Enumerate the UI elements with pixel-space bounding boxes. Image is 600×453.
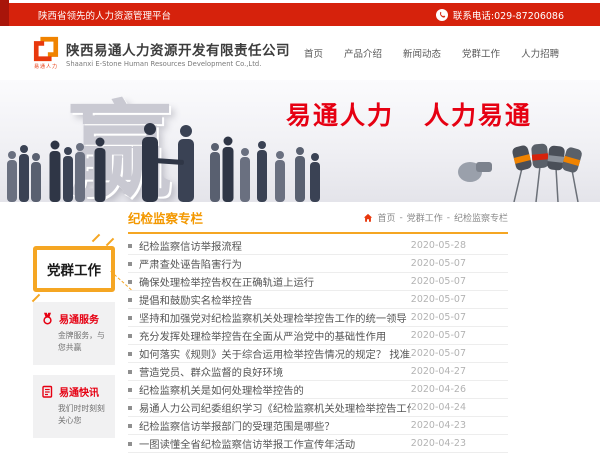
news-list-item: 一图读懂全省纪检监察信访举报工作宣传年活动 2020-04-23 (128, 435, 508, 453)
news-item-date: 2020-05-28 (410, 240, 466, 251)
topbar-phone: 联系电话:029-87206086 (452, 10, 564, 22)
news-item-date: 2020-04-23 (410, 438, 466, 449)
decorative-slash (91, 233, 101, 243)
news-item-title[interactable]: 确保处理检举控告权在正确轨道上运行 (139, 274, 411, 289)
news-item-date: 2020-05-07 (410, 330, 466, 341)
sidebar-card-express[interactable]: 易通快讯 我们时时刻刻关心您 (33, 374, 115, 438)
breadcrumb-current: 纪检监察专栏 (453, 214, 508, 224)
news-item-title[interactable]: 一图读懂全省纪检监察信访举报工作宣传年活动 (139, 436, 411, 451)
breadcrumb-party-work[interactable]: 党群工作 (407, 211, 443, 224)
news-item-title[interactable]: 坚持和加强党对纪检监察机关处理检举控告工作的统一领导 (139, 310, 411, 325)
news-item-title[interactable]: 纪检监察信访举报流程 (139, 238, 411, 253)
topbar-tagline: 陕西省领先的人力资源管理平台 (38, 10, 172, 22)
news-item-date: 2020-04-26 (410, 384, 466, 395)
bullet-icon (128, 279, 132, 284)
news-item-date: 2020-04-24 (410, 402, 466, 413)
breadcrumb: 首页 - 党群工作 - 纪检监察专栏 (363, 211, 508, 224)
site-header: 易通人力 陕西易通人力资源开发有限责任公司 Shaanxi E-Stone Hu… (0, 26, 600, 80)
main-content: 纪检监察专栏 首页 - 党群工作 - 纪检监察专栏 纪检监察信访举报流程 202… (0, 208, 600, 453)
bullet-icon (128, 423, 132, 428)
decorative-slash (31, 293, 41, 303)
news-item-title[interactable]: 易通人力公司纪委组织学习《纪检监察机关处理检举控告工作规则》 (139, 400, 411, 415)
news-list-item: 提倡和鼓励实名检举控告 2020-05-07 (128, 291, 508, 309)
news-list-item: 营造党员、群众监督的良好环境 2020-04-27 (128, 363, 508, 381)
news-list-item: 纪检监察信访举报部门的受理范围是哪些？ 2020-04-23 (128, 417, 508, 435)
topbar-contact: 联系电话:029-87206086 (435, 8, 564, 22)
bullet-icon (128, 351, 132, 356)
bullet-icon (128, 387, 132, 392)
news-list-item: 易通人力公司纪委组织学习《纪检监察机关处理检举控告工作规则》 2020-04-2… (128, 399, 508, 417)
bullet-icon (128, 369, 132, 374)
bullet-icon (128, 261, 132, 266)
company-name-block: 陕西易通人力资源开发有限责任公司 Shaanxi E-Stone Human R… (66, 39, 290, 68)
news-item-date: 2020-05-07 (410, 294, 466, 305)
card-title: 易通快讯 (59, 387, 99, 399)
home-icon[interactable] (363, 213, 373, 223)
sidebar-category-title: 党群工作 (31, 233, 132, 303)
news-item-date: 2020-05-07 (410, 258, 466, 269)
news-item-date: 2020-05-07 (410, 348, 466, 359)
banner-slogan-right: 人力易通 (424, 101, 533, 130)
news-item-title[interactable]: 营造党员、群众监督的良好环境 (139, 364, 411, 379)
news-list-item: 纪检监察信访举报流程 2020-05-28 (128, 237, 508, 255)
medal-icon (43, 312, 52, 325)
banner-people-illustration (7, 123, 320, 202)
news-item-title[interactable]: 严肃查处诬告陷害行为 (139, 256, 411, 271)
bullet-icon (128, 333, 132, 338)
news-list-item: 如何落实《规则》关于综合运用检举控告情况的规定？ 找准工作结合点 推动... 2… (128, 345, 508, 363)
banner-mics-illustration (458, 143, 582, 202)
news-item-title[interactable]: 纪检监察信访举报部门的受理范围是哪些？ (139, 418, 411, 433)
card-header: 易通快讯 (41, 384, 109, 399)
news-item-title[interactable]: 纪检监察机关是如何处理检举控告的 (139, 382, 411, 397)
news-list: 纪检监察信访举报流程 2020-05-28 严肃查处诬告陷害行为 2020-05… (128, 237, 508, 453)
nav-item[interactable]: 新闻动态 (403, 46, 441, 60)
logo-mark-icon (33, 36, 59, 62)
news-list-item: 坚持和加强党对纪检监察机关处理检举控告工作的统一领导 2020-05-07 (128, 309, 508, 327)
card-description: 金牌服务，与您共赢 (58, 331, 105, 353)
bullet-icon (128, 405, 132, 410)
news-item-date: 2020-04-27 (410, 366, 466, 377)
news-item-title[interactable]: 如何落实《规则》关于综合运用检举控告情况的规定？ 找准工作结合点 推动... (139, 346, 411, 361)
banner-slogan: 易通人力 人力易通 (286, 96, 532, 132)
news-list-item: 充分发挥处理检举控告在全面从严治党中的基础性作用 2020-05-07 (128, 327, 508, 345)
section-header: 纪检监察专栏 首页 - 党群工作 - 纪检监察专栏 (128, 208, 508, 234)
card-header: 易通服务 (41, 311, 109, 326)
news-list-item: 严肃查处诬告陷害行为 2020-05-07 (128, 255, 508, 273)
breadcrumb-separator: - (399, 212, 403, 223)
nav-item[interactable]: 首页 (304, 46, 323, 60)
news-list-item: 确保处理检举控告权在正确轨道上运行 2020-05-07 (128, 273, 508, 291)
news-item-date: 2020-05-07 (410, 276, 466, 287)
company-name-cn: 陕西易通人力资源开发有限责任公司 (66, 42, 290, 59)
news-item-title[interactable]: 提倡和鼓励实名检举控告 (139, 292, 411, 307)
news-icon (42, 385, 53, 398)
nav-item[interactable]: 产品介绍 (344, 46, 382, 60)
card-description: 我们时时刻刻关心您 (58, 403, 105, 426)
banner-slogan-left: 易通人力 (286, 101, 395, 130)
topbar: 陕西省领先的人力资源管理平台 联系电话:029-87206086 (0, 0, 600, 26)
news-item-date: 2020-04-23 (410, 420, 466, 431)
page-title: 纪检监察专栏 (128, 211, 204, 226)
nav-item[interactable]: 人力招聘 (521, 46, 559, 60)
sidebar-category-label: 党群工作 (47, 263, 101, 279)
news-item-date: 2020-05-07 (410, 312, 466, 323)
bullet-icon (128, 315, 132, 320)
sidebar: 党群工作 易通服务 金牌服务，与您共赢 易通快讯 我们时时刻刻关心您 (31, 233, 132, 438)
company-name-en: Shaanxi E-Stone Human Resources Developm… (66, 59, 262, 68)
card-title: 易通服务 (59, 315, 99, 326)
breadcrumb-separator: - (446, 212, 450, 223)
news-item-title[interactable]: 充分发挥处理检举控告在全面从严治党中的基础性作用 (139, 328, 411, 343)
news-list-item: 纪检监察机关是如何处理检举控告的 2020-04-26 (128, 381, 508, 399)
bullet-icon (128, 441, 132, 446)
main-nav: 首页 产品介绍 新闻动态 党群工作 人力招聘 (304, 46, 559, 60)
nav-item[interactable]: 党群工作 (462, 46, 500, 60)
sidebar-card-service[interactable]: 易通服务 金牌服务，与您共赢 (33, 302, 115, 365)
bullet-icon (128, 297, 132, 302)
logo-subtext: 易通人力 (33, 64, 58, 70)
hero-banner: 赢 易通人力 人力易通 (0, 80, 600, 202)
bullet-icon (128, 243, 132, 248)
company-logo[interactable]: 易通人力 (33, 36, 59, 70)
phone-icon (435, 8, 448, 21)
breadcrumb-home[interactable]: 首页 (377, 211, 395, 224)
decorative-slash (105, 237, 115, 247)
